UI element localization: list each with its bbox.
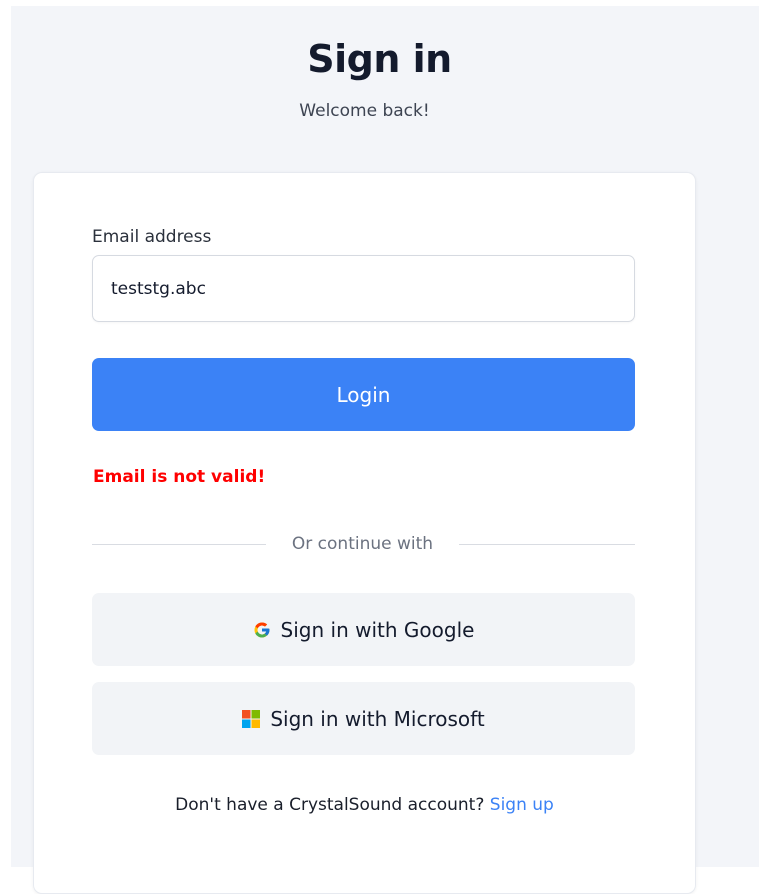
microsoft-sign-in-button[interactable]: Sign in with Microsoft	[92, 682, 635, 755]
google-g-icon	[253, 621, 271, 639]
signup-prompt: Don't have a CrystalSound account? Sign …	[0, 793, 729, 817]
divider-line-left	[92, 544, 266, 545]
divider-line-right	[459, 544, 635, 545]
divider-text: Or continue with	[291, 534, 434, 554]
microsoft-squares-icon	[242, 709, 261, 728]
login-button[interactable]: Login	[92, 358, 635, 431]
signup-prompt-text: Don't have a CrystalSound account?	[175, 795, 485, 815]
page-title: Sign in	[307, 37, 452, 81]
sign-up-link[interactable]: Sign up	[490, 795, 554, 815]
email-error-message: Email is not valid!	[93, 467, 266, 487]
email-input[interactable]	[92, 255, 635, 322]
email-label: Email address	[92, 227, 212, 247]
google-sign-in-label: Sign in with Google	[280, 617, 475, 642]
microsoft-sign-in-label: Sign in with Microsoft	[270, 706, 485, 731]
google-sign-in-button[interactable]: Sign in with Google	[92, 593, 635, 666]
page-subtitle: Welcome back!	[299, 101, 430, 121]
